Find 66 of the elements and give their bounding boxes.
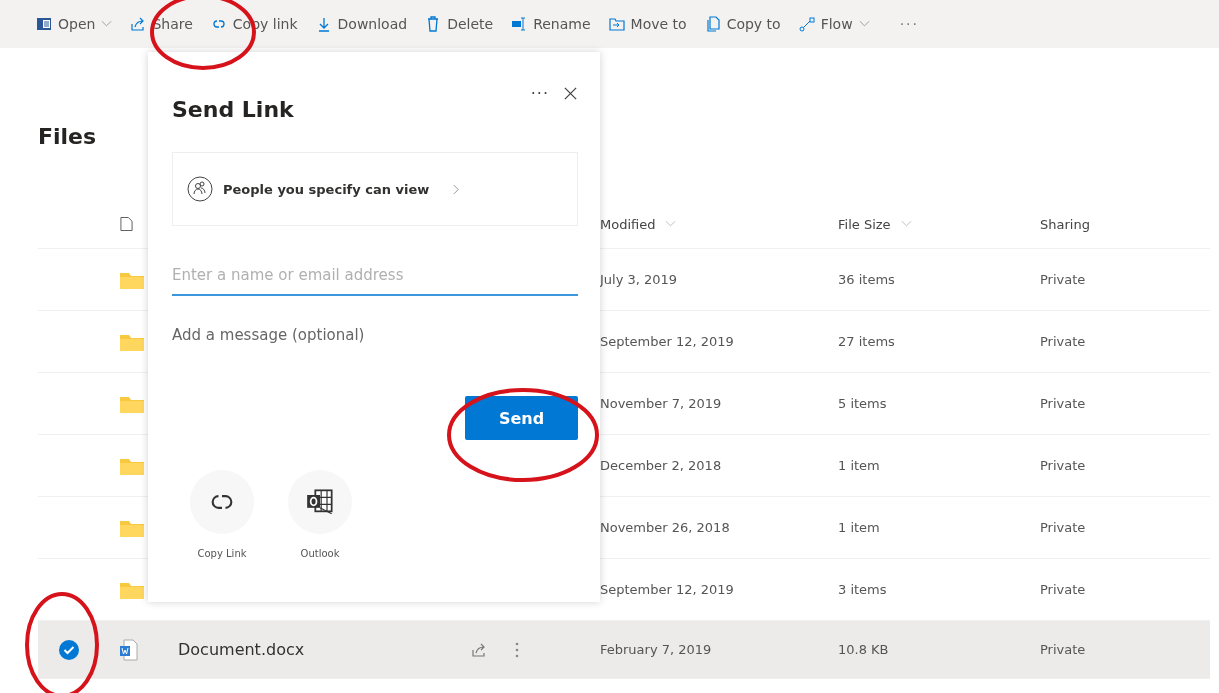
more-button[interactable]: ···	[524, 83, 555, 103]
share-target-label: Copy Link	[197, 548, 247, 559]
open-command[interactable]: Open	[32, 6, 117, 42]
copy-icon	[704, 16, 721, 32]
checked-icon[interactable]	[59, 639, 79, 660]
file-size: 27 items	[838, 334, 895, 349]
send-button[interactable]: Send	[465, 396, 578, 440]
sharing-status: Private	[1040, 396, 1086, 411]
file-row[interactable]: Document.docx February 7, 2019 10.8 KB Private	[38, 621, 1210, 679]
modified-date: November 7, 2019	[600, 396, 722, 411]
file-size: 36 items	[838, 272, 895, 287]
share-icon	[130, 16, 147, 32]
share-icon[interactable]	[471, 641, 487, 658]
more-vertical-icon[interactable]	[515, 641, 519, 658]
chevron-down-icon	[900, 220, 912, 228]
folder-icon	[120, 580, 144, 599]
modified-date: September 12, 2019	[600, 334, 734, 349]
column-header[interactable]: File Size	[838, 216, 912, 232]
file-icon	[120, 216, 133, 232]
file-size: 1 item	[838, 458, 880, 473]
share-target-label: Outlook	[300, 548, 340, 559]
sharing-status: Private	[1040, 642, 1086, 657]
modified-date: February 7, 2019	[600, 642, 712, 657]
folder-icon	[120, 270, 144, 289]
rename-command[interactable]: Rename	[507, 6, 595, 42]
more-button[interactable]: ···	[895, 6, 923, 42]
modified-date: November 26, 2018	[600, 520, 730, 535]
folder-icon	[120, 518, 144, 537]
chevron-down-icon	[858, 20, 870, 28]
link-settings-button[interactable]: People you specify can view	[172, 152, 578, 226]
column-header[interactable]: Sharing	[1040, 216, 1090, 232]
page-title: Files	[38, 124, 97, 151]
dialog-title: Send Link	[172, 96, 295, 122]
file-size: 5 items	[838, 396, 887, 411]
rename-icon	[511, 16, 528, 32]
outlook-icon	[306, 488, 334, 516]
delete-command[interactable]: Delete	[421, 6, 498, 42]
flow-icon	[798, 16, 815, 32]
sharing-status: Private	[1040, 334, 1086, 349]
modified-date: December 2, 2018	[600, 458, 722, 473]
modified-date: July 3, 2019	[600, 272, 678, 287]
folder-icon	[608, 16, 625, 32]
word-document-icon	[120, 638, 138, 661]
move-command[interactable]: Move to	[604, 6, 691, 42]
sharing-status: Private	[1040, 272, 1086, 287]
modified-date: September 12, 2019	[600, 582, 734, 597]
column-header[interactable]: Modified	[600, 216, 677, 232]
file-size: 1 item	[838, 520, 880, 535]
folder-icon	[120, 332, 144, 351]
people-icon	[187, 176, 213, 202]
sharing-status: Private	[1040, 582, 1086, 597]
sharing-status: Private	[1040, 458, 1086, 473]
sharing-status: Private	[1040, 520, 1086, 535]
chevron-right-icon	[453, 183, 461, 195]
close-icon[interactable]	[563, 85, 578, 101]
download-command[interactable]: Download	[311, 6, 412, 42]
file-size: 3 items	[838, 582, 887, 597]
file-name[interactable]: Document.docx	[178, 640, 458, 659]
word-icon	[36, 16, 52, 32]
folder-icon	[120, 456, 144, 475]
flow-command[interactable]: Flow	[794, 6, 874, 42]
chevron-down-icon	[101, 20, 113, 28]
file-size: 10.8 KB	[838, 642, 889, 657]
copy-command[interactable]: Copy to	[700, 6, 785, 42]
chevron-down-icon	[665, 220, 677, 228]
folder-icon	[120, 394, 144, 413]
